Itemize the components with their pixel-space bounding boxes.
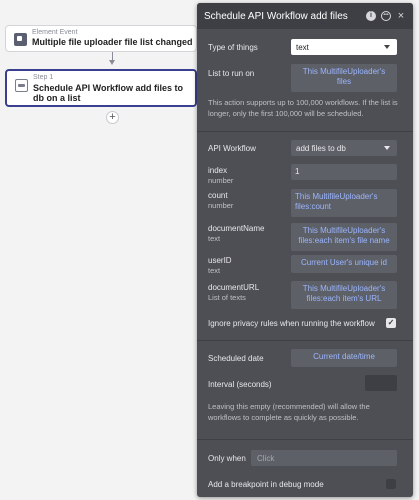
list-to-run-on-label: List to run on: [208, 69, 255, 78]
add-step-button[interactable]: +: [106, 111, 119, 124]
only-when-label: Only when: [208, 454, 246, 463]
divider: [197, 439, 413, 440]
param-type: text: [208, 234, 221, 243]
close-icon[interactable]: ×: [396, 11, 406, 22]
param-name: documentURL: [208, 283, 260, 292]
panel-header[interactable]: Schedule API Workflow add files i ••• ×: [197, 3, 413, 29]
interval-note: Leaving this empty (recommended) will al…: [208, 402, 370, 422]
divider: [197, 131, 413, 132]
step-card[interactable]: Step 1 Schedule API Workflow add files t…: [5, 69, 197, 107]
step-title: Schedule API Workflow add files to db on…: [33, 83, 184, 103]
ignore-privacy-checkbox[interactable]: ✓: [386, 318, 396, 328]
breakpoint-checkbox[interactable]: [386, 479, 396, 489]
only-when-input[interactable]: Click: [251, 450, 397, 466]
chevron-down-icon: [384, 45, 390, 49]
element-event-icon: [14, 33, 27, 46]
breakpoint-label: Add a breakpoint in debug mode: [208, 480, 324, 489]
interval-label: Interval (seconds): [208, 380, 272, 389]
list-to-run-on-field[interactable]: This MultifileUploader's files: [291, 64, 397, 92]
param-name: documentName: [208, 224, 265, 233]
scheduled-date-field[interactable]: Current date/time: [291, 349, 397, 367]
param-name: index: [208, 166, 228, 175]
param-type: List of texts: [208, 293, 246, 302]
connector-arrow-icon: [109, 60, 115, 65]
event-kind: Element Event: [32, 29, 78, 36]
limit-note: This action supports up to 100,000 workf…: [208, 98, 398, 118]
param-index-field[interactable]: 1: [291, 164, 397, 180]
api-workflow-icon: [15, 79, 28, 92]
interval-input[interactable]: [365, 375, 397, 391]
api-workflow-dropdown[interactable]: add files to db: [291, 140, 397, 156]
param-count-field[interactable]: This MultifileUploader's files:count: [291, 189, 397, 217]
param-userid-field[interactable]: Current User's unique id: [291, 255, 397, 273]
panel-title: Schedule API Workflow add files: [204, 11, 348, 22]
event-title: Multiple file uploader file list changed: [32, 37, 193, 47]
type-of-things-dropdown[interactable]: text: [291, 39, 397, 55]
param-name: count: [208, 191, 228, 200]
api-workflow-value: add files to db: [296, 144, 346, 153]
action-property-panel: Schedule API Workflow add files i ••• × …: [197, 3, 413, 497]
api-workflow-label: API Workflow: [208, 144, 256, 153]
ignore-privacy-label: Ignore privacy rules when running the wo…: [208, 319, 375, 328]
type-of-things-value: text: [296, 43, 309, 52]
param-type: text: [208, 266, 221, 275]
event-card[interactable]: Element Event Multiple file uploader fil…: [5, 25, 197, 52]
param-type: number: [208, 201, 234, 210]
param-documentname-field[interactable]: This MultifileUploader's files:each item…: [291, 223, 397, 251]
param-documenturl-field[interactable]: This MultifileUploader's files:each item…: [291, 281, 397, 309]
param-type: number: [208, 176, 234, 185]
comment-icon[interactable]: •••: [381, 11, 391, 21]
chevron-down-icon: [384, 146, 390, 150]
step-kind: Step 1: [33, 74, 54, 81]
type-of-things-label: Type of things: [208, 43, 258, 52]
scheduled-date-label: Scheduled date: [208, 354, 264, 363]
divider: [197, 340, 413, 341]
info-icon[interactable]: i: [366, 11, 376, 21]
param-name: userID: [208, 256, 232, 265]
